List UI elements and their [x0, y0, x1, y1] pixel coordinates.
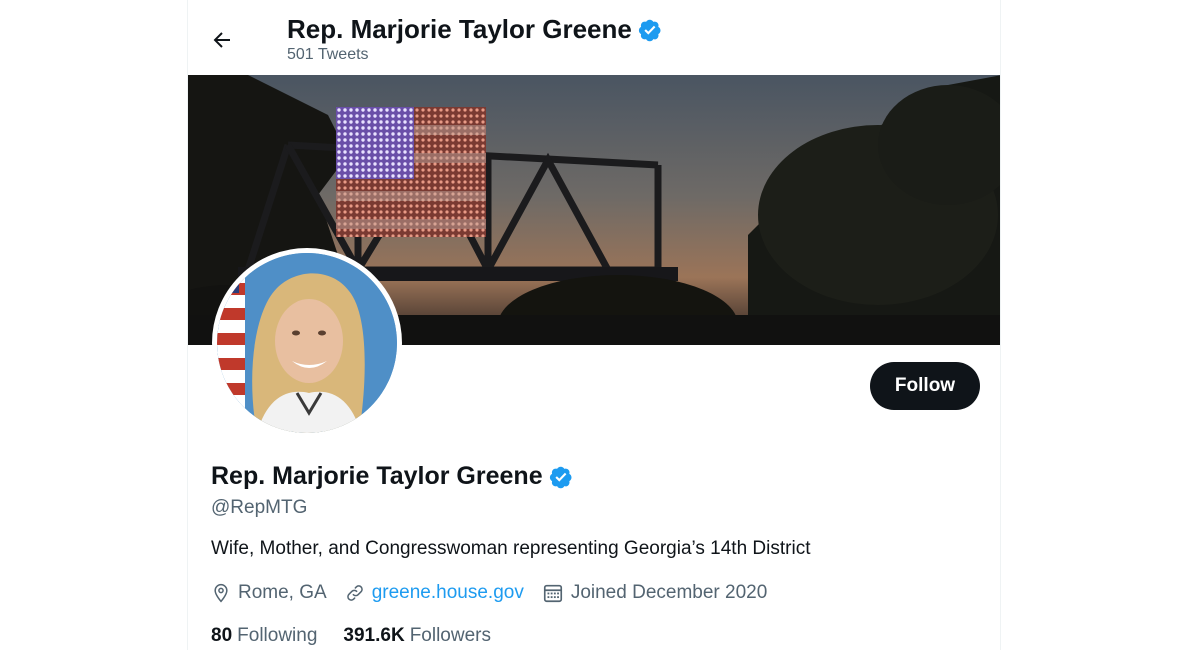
tweet-count: 501 Tweets [287, 46, 369, 63]
location-text: Rome, GA [238, 582, 327, 603]
calendar-icon [543, 584, 562, 603]
profile-column: Rep. Marjorie Taylor Greene 501 Tweets F… [187, 0, 1001, 650]
profile-bio: Wife, Mother, and Congresswoman represen… [211, 538, 811, 559]
follow-button[interactable]: Follow [870, 362, 980, 410]
location-pin-icon [214, 583, 228, 603]
link-icon [346, 585, 363, 601]
profile-name: Rep. Marjorie Taylor Greene [211, 462, 573, 491]
verified-badge-icon [638, 19, 661, 41]
arrow-left-icon [213, 32, 230, 48]
display-name: Rep. Marjorie Taylor Greene [211, 462, 543, 490]
header-title: Rep. Marjorie Taylor Greene [287, 14, 662, 45]
website-link[interactable]: greene.house.gov [372, 582, 524, 604]
following-label: Following [237, 625, 318, 646]
avatar-photo [217, 253, 397, 433]
follow-stats: 80 Following 391.6K Followers [211, 625, 491, 647]
joined-item: Joined December 2020 [542, 582, 767, 604]
website-item: greene.house.gov [345, 582, 524, 604]
profile-meta: Rome, GA greene.house.gov Joined Decembe… [211, 582, 785, 604]
profile-handle: @RepMTG [211, 497, 308, 518]
location-item: Rome, GA [211, 582, 327, 604]
followers-label: Followers [409, 625, 491, 646]
joined-text: Joined December 2020 [570, 582, 768, 603]
header-name: Rep. Marjorie Taylor Greene [287, 14, 632, 44]
verified-badge-icon [549, 466, 572, 488]
profile-header: Rep. Marjorie Taylor Greene 501 Tweets [188, 0, 1000, 75]
avatar[interactable] [212, 248, 402, 438]
back-button[interactable] [202, 20, 242, 60]
following-count: 80 [211, 625, 233, 646]
following-stat[interactable]: 80 Following [211, 625, 317, 647]
followers-stat[interactable]: 391.6K Followers [343, 625, 491, 647]
followers-count: 391.6K [343, 625, 405, 646]
